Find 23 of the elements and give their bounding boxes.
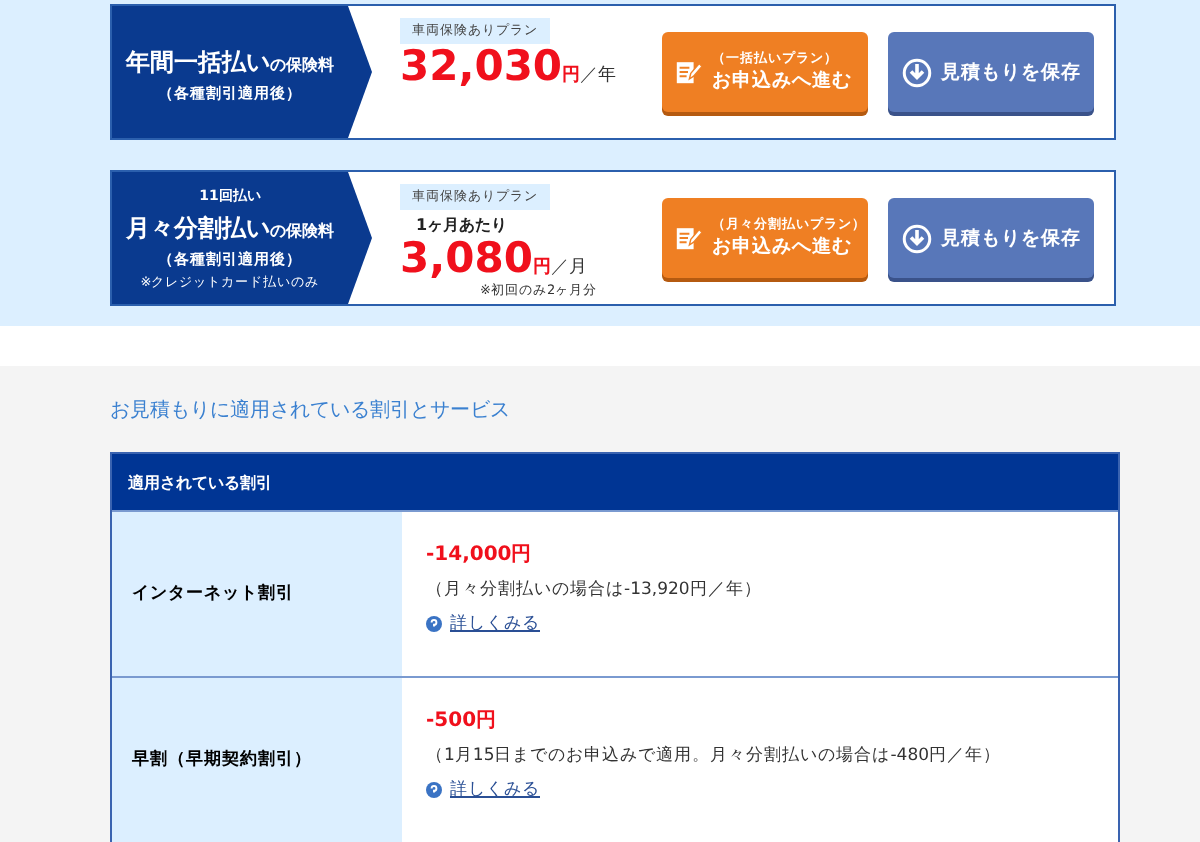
help-icon xyxy=(426,616,442,632)
plan-title: 月々分割払いの保険料 xyxy=(126,211,334,245)
form-edit-icon xyxy=(674,224,702,252)
discount-note: （月々分割払いの場合は-13,920円／年） xyxy=(426,578,762,602)
save-quote-button[interactable]: 見積もりを保存 xyxy=(888,198,1094,278)
discount-amount: -500円 xyxy=(426,708,497,734)
download-icon xyxy=(901,57,931,87)
discount-name: 早割（早期契約割引） xyxy=(132,748,312,772)
per-month-label: 1ヶ月あたり xyxy=(416,214,508,236)
discount-note: （1月15日までのお申込みで適用。月々分割払いの場合は-480円／年） xyxy=(426,744,1002,768)
plan-title: 年間一括払いの保険料 xyxy=(126,46,334,80)
download-icon xyxy=(901,223,931,253)
form-edit-icon xyxy=(674,58,702,86)
details-link[interactable]: 詳しくみる xyxy=(450,612,540,636)
details-link[interactable]: 詳しくみる xyxy=(450,778,540,802)
header-text: 適用されている割引 xyxy=(128,471,272,493)
discount-amount: -14,000円 xyxy=(426,542,532,568)
price-text: 32,030円／年 xyxy=(400,44,617,91)
section-title: お見積もりに適用されている割引とサービス xyxy=(110,397,512,424)
save-quote-button[interactable]: 見積もりを保存 xyxy=(888,32,1094,112)
help-icon xyxy=(426,782,442,798)
price-text: 3,080円／月 xyxy=(400,236,587,283)
discount-name: インターネット割引 xyxy=(132,582,294,606)
